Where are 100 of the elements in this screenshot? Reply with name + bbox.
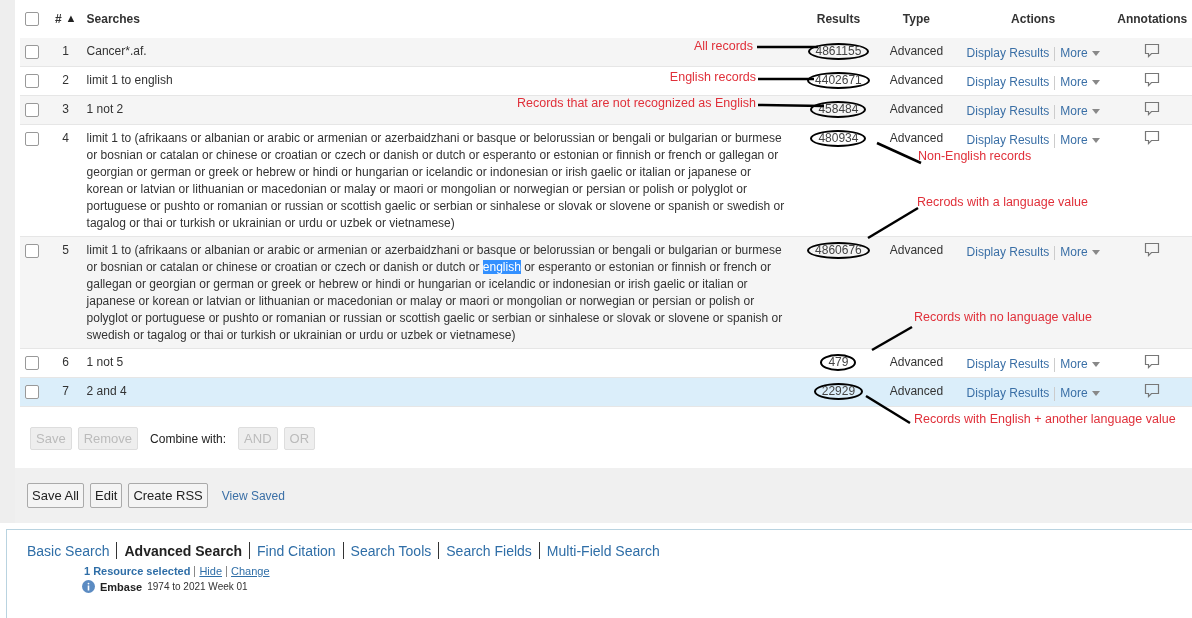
display-results-link[interactable]: Display Results [966,244,1050,261]
resource-link[interactable]: Change [231,565,270,577]
caret-icon [1091,362,1100,367]
result-count: 22929 [813,383,864,400]
comment-icon[interactable] [1144,101,1161,116]
row-checkbox[interactable] [25,74,40,88]
callout-text: Recrods with a language value [917,195,1088,209]
result-count: 4861155 [807,43,870,60]
row-number: 4 [62,130,70,147]
callout-text: English records [669,70,756,84]
caret-icon [1091,250,1100,255]
search-query: limit 1 to english [86,72,173,89]
row-number: 6 [62,354,70,371]
column-header: Actions [1011,12,1056,26]
display-results-link[interactable]: Display Results [966,103,1050,120]
select-all-checkbox[interactable] [25,12,40,26]
caret-icon [1091,80,1100,85]
search-query: limit 1 to (afrikaans or albanian or arabic or armenian or azerbaidzhani or basque or belorussian or bengali or bulgarian or burmese or bosnian or catalan or chinese or croatian or czech or danish or dutch or esperanto or estonian or finnish or french or gallegan or georgian or german or greek or hebrew or hindi or hungarian or icelandic or indonesian or irish gaelic or italian or japanese or korean or latvian or lithuanian or macedonian or malay or maori or mongolian or norwegian or persian or polish or polyglot or portuguese or pushto or romanian or russian or scottish gaelic or serbian or sinhalese or slovak or slovene or spanish or swedish or tagalog or thai or turkish or ukrainian or urdu or uzbek or vietnamese) [86,130,786,232]
comment-icon[interactable] [1144,354,1161,369]
more-menu[interactable]: More [1060,74,1100,91]
more-menu[interactable]: More [1060,103,1100,120]
display-results-link[interactable]: Display Results [966,356,1050,373]
leader-line [758,77,814,81]
search-query: 1 not 2 [86,101,124,118]
row-number: 7 [62,383,70,400]
search-type: Advanced [889,383,944,400]
result-count: 479 [820,354,857,371]
more-menu[interactable]: More [1060,132,1100,149]
result-count: 4860676 [807,242,870,259]
comment-icon[interactable] [1144,130,1161,145]
row-checkbox[interactable] [25,45,40,59]
more-menu[interactable]: More [1060,45,1100,62]
database-name: Embase [100,580,143,593]
leader-line [871,325,913,352]
sort-indicator: ▲ [65,12,77,26]
search-row[interactable]: 7 2 and 4 22929 Advanced Display Results More [20,378,1192,407]
search-tab[interactable]: Search Tools [350,542,432,559]
column-header: Type [902,12,930,26]
comment-icon[interactable] [1144,242,1161,257]
comment-icon[interactable] [1144,43,1161,58]
search-query: Cancer*.af. [86,43,147,60]
display-results-link[interactable]: Display Results [966,385,1050,402]
search-type: Advanced [889,242,944,259]
search-query: limit 1 to (afrikaans or albanian or arabic or armenian or azerbaidzhani or basque or belorussian or bengali or bulgarian or burmese or bosnian or catalan or chinese or croatian or czech or danish or dutch or english or esperanto or estonian or finnish or french or gallegan or georgian or german or greek or hebrew or hindi or hungarian or icelandic or indonesian or irish gaelic or italian or japanese or korean or latvian or lithuanian or macedonian or malay or maori or mongolian or norwegian or persian or polish or polyglot or portuguese or pushto or romanian or russian or scottish gaelic or serbian or sinhalese or slovak or slovene or spanish or swedish or tagalog or thai or turkish or ukrainian or urdu or uzbek or vietnamese) [86,242,784,344]
search-type: Advanced [889,43,944,60]
display-results-link[interactable]: Display Results [966,132,1050,149]
callout-text: Non-English records [918,149,1032,163]
caret-icon [1091,391,1100,396]
row-checkbox[interactable] [25,385,40,399]
row-number: 1 [62,43,70,60]
result-count: 458484 [810,101,867,118]
row-number: 5 [62,242,70,259]
callout-text: All records [693,39,753,53]
leader-line [867,206,919,240]
combine-label: Combine with: [150,431,227,446]
row-number: 3 [62,101,70,118]
resource-link[interactable]: Hide [199,565,222,577]
search-tab[interactable]: Advanced Search [124,542,242,559]
comment-icon[interactable] [1144,383,1161,398]
row-checkbox[interactable] [25,132,40,146]
row-number: 2 [62,72,70,89]
column-header: Annotations [1117,12,1188,26]
more-menu[interactable]: More [1060,244,1100,261]
display-results-link[interactable]: Display Results [966,45,1050,62]
search-row[interactable] [20,237,1192,349]
search-tab[interactable]: Multi-Field Search [546,542,660,559]
caret-icon [1091,138,1100,143]
search-tab[interactable]: Basic Search [27,542,110,559]
search-query: 1 not 5 [86,354,124,371]
row-checkbox[interactable] [25,244,40,258]
history-button[interactable]: Save All [27,483,84,508]
search-tab[interactable]: Find Citation [257,542,336,559]
search-tab[interactable]: Search Fields [446,542,532,559]
callout-text: Records with English + another language value [914,412,1176,426]
history-button[interactable]: Edit [90,483,123,508]
column-header: Results [816,12,861,26]
search-query: 2 and 4 [86,383,127,400]
resource-summary: 1 Resource selected [84,565,191,577]
column-header[interactable]: # [54,12,62,26]
more-menu[interactable]: More [1060,385,1100,402]
info-icon[interactable] [82,580,95,593]
result-count: 4402671 [807,72,870,89]
more-menu[interactable]: More [1060,356,1100,373]
callout-text: Records with no language value [914,310,1092,324]
leader-line [865,394,911,425]
view-saved-link[interactable]: View Saved [221,488,285,503]
caret-icon [1091,51,1100,56]
search-type: Advanced [889,72,944,89]
callout-text: Records that are not recognized as English [516,96,756,110]
comment-icon[interactable] [1144,72,1161,87]
search-type: Advanced [889,101,944,118]
result-count: 480934 [810,130,867,147]
display-results-link[interactable]: Display Results [966,74,1050,91]
search-type: Advanced [889,354,944,371]
database-coverage: 1974 to 2021 Week 01 [147,581,248,592]
row-checkbox[interactable] [25,356,40,370]
history-button[interactable]: Create RSS [128,483,208,508]
column-header: Searches [86,12,140,26]
caret-icon [1091,109,1100,114]
row-checkbox[interactable] [25,103,40,117]
